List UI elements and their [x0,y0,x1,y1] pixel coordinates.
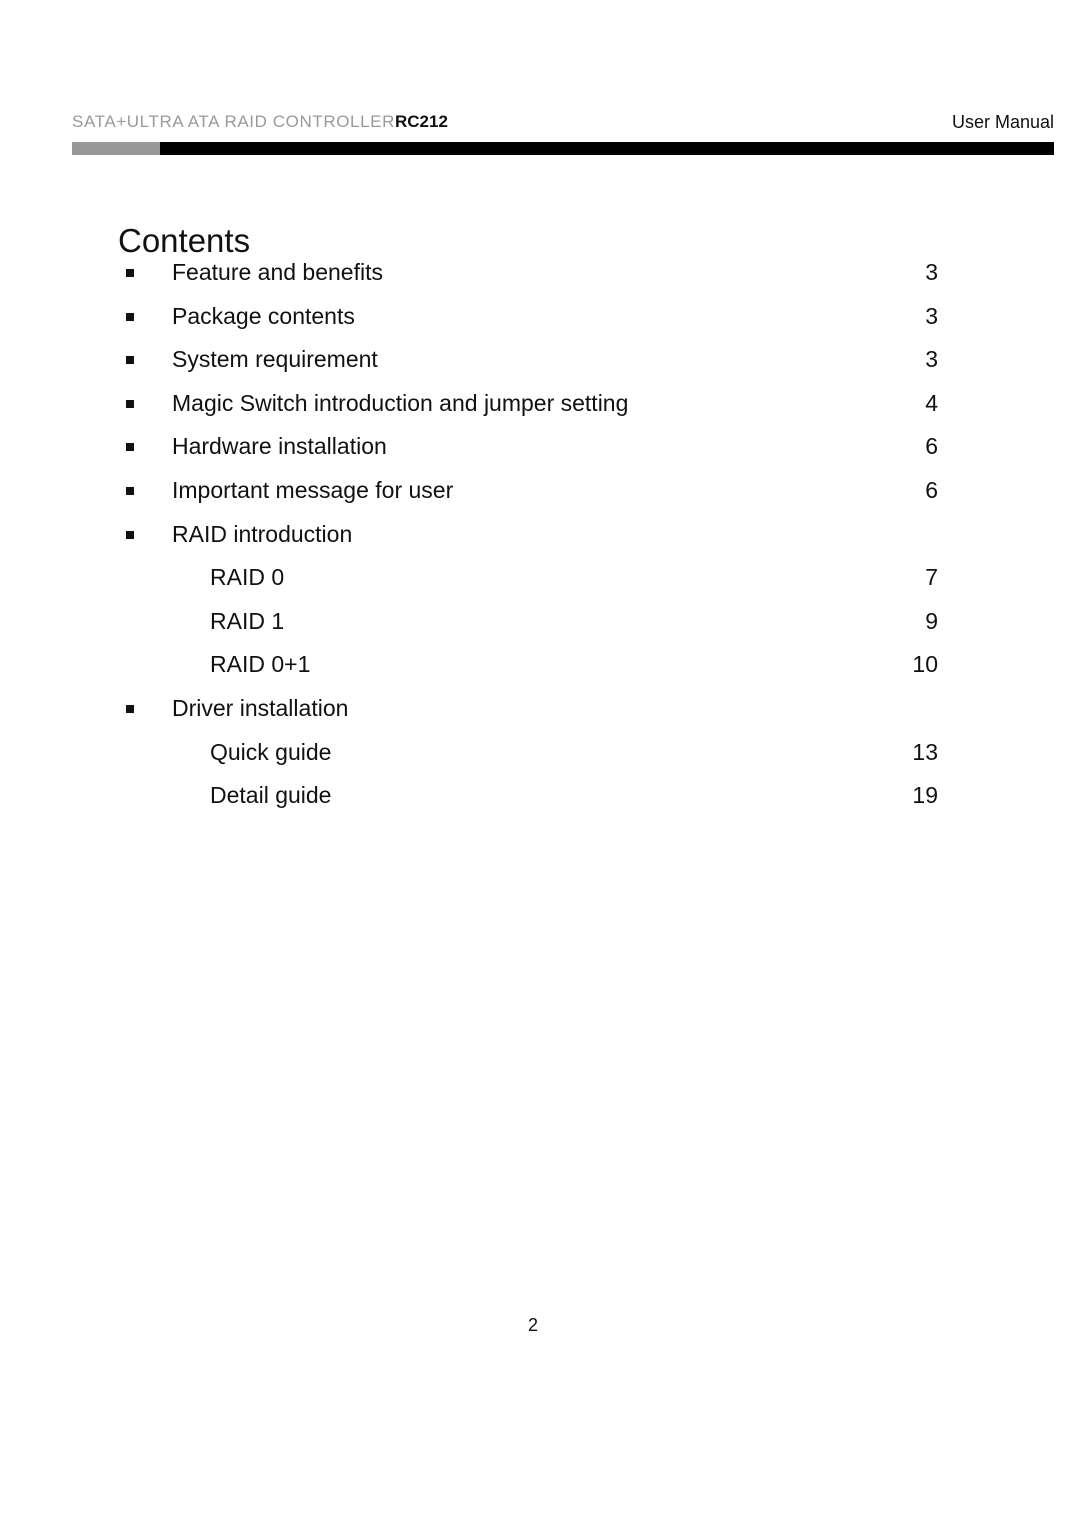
toc-entry-page-number: 6 [925,476,938,503]
toc-entry-label: System requirement [172,346,378,373]
header-document-type: User Manual [951,112,1054,132]
header-product-prefix: SATA+ULTRA ATA RAID CONTROLLER [72,112,395,131]
square-bullet-icon [126,486,134,495]
toc-entry[interactable]: System requirement 3 [118,345,948,389]
toc-entry[interactable]: RAID 1 9 [118,607,948,651]
toc-entry-page-number: 10 [912,651,938,678]
toc-entry-page-number: 3 [925,346,938,373]
toc-entry-label: Feature and benefits [172,259,383,285]
toc-entry-page-number: 6 [925,433,938,460]
header-product-title: SATA+ULTRA ATA RAID CONTROLLERRC212 [72,112,448,132]
page-number-footer: 2 [527,1315,538,1335]
document-page: SATA+ULTRA ATA RAID CONTROLLERRC212 User… [0,0,1080,1523]
toc-entry-label: Important message for user [172,476,454,503]
header-rule-gray-segment [72,142,160,155]
toc-entry-page-number: 4 [925,389,938,416]
table-of-contents: Feature and benefits 3 Package contents 3 Sy… [118,258,948,825]
toc-entry-label: Detail guide [210,782,332,809]
toc-entry-page-number: 3 [925,259,938,285]
toc-entry[interactable]: Detail guide 19 [118,781,948,825]
toc-entry[interactable]: Feature and benefits 3 [118,258,948,302]
toc-entry-page-number: 7 [925,564,938,591]
toc-entry-label: RAID 0+1 [210,651,311,678]
running-header: SATA+ULTRA ATA RAID CONTROLLERRC212 User… [72,112,1054,136]
toc-entry-label: Hardware installation [172,433,387,460]
toc-entry-page-number: 3 [925,302,938,329]
square-bullet-icon [126,443,134,452]
toc-entry[interactable]: RAID 0+1 10 [118,650,948,694]
toc-entry-label: Quick guide [210,738,332,765]
header-rule-black-segment [160,142,1054,155]
square-bullet-icon [126,356,134,365]
toc-entry-label: Package contents [172,302,355,329]
toc-entry[interactable]: Hardware installation 6 [118,432,948,476]
toc-entry[interactable]: Driver installation [118,694,948,738]
toc-entry[interactable]: Quick guide 13 [118,738,948,782]
toc-entry-label: RAID introduction [172,520,353,547]
toc-entry-label: Driver installation [172,694,349,721]
toc-entry-label: Magic Switch introduction and jumper set… [172,389,629,416]
toc-entry[interactable]: Important message for user 6 [118,476,948,520]
header-rule [72,142,1054,155]
toc-entry[interactable]: RAID introduction [118,520,948,564]
square-bullet-icon [126,530,134,539]
square-bullet-icon [126,312,134,321]
header-product-model: RC212 [394,112,448,131]
toc-entry[interactable]: Magic Switch introduction and jumper set… [118,389,948,433]
toc-entry[interactable]: RAID 0 7 [118,563,948,607]
toc-entry[interactable]: Package contents 3 [118,302,948,346]
toc-entry-label: RAID 1 [210,607,285,634]
square-bullet-icon [126,399,134,408]
page-title: Contents [118,222,251,260]
square-bullet-icon [126,704,134,713]
toc-entry-page-number: 13 [912,738,938,765]
toc-entry-page-number: 9 [925,607,938,634]
toc-entry-label: RAID 0 [210,564,285,591]
toc-entry-page-number: 19 [912,782,938,809]
square-bullet-icon [126,269,134,277]
